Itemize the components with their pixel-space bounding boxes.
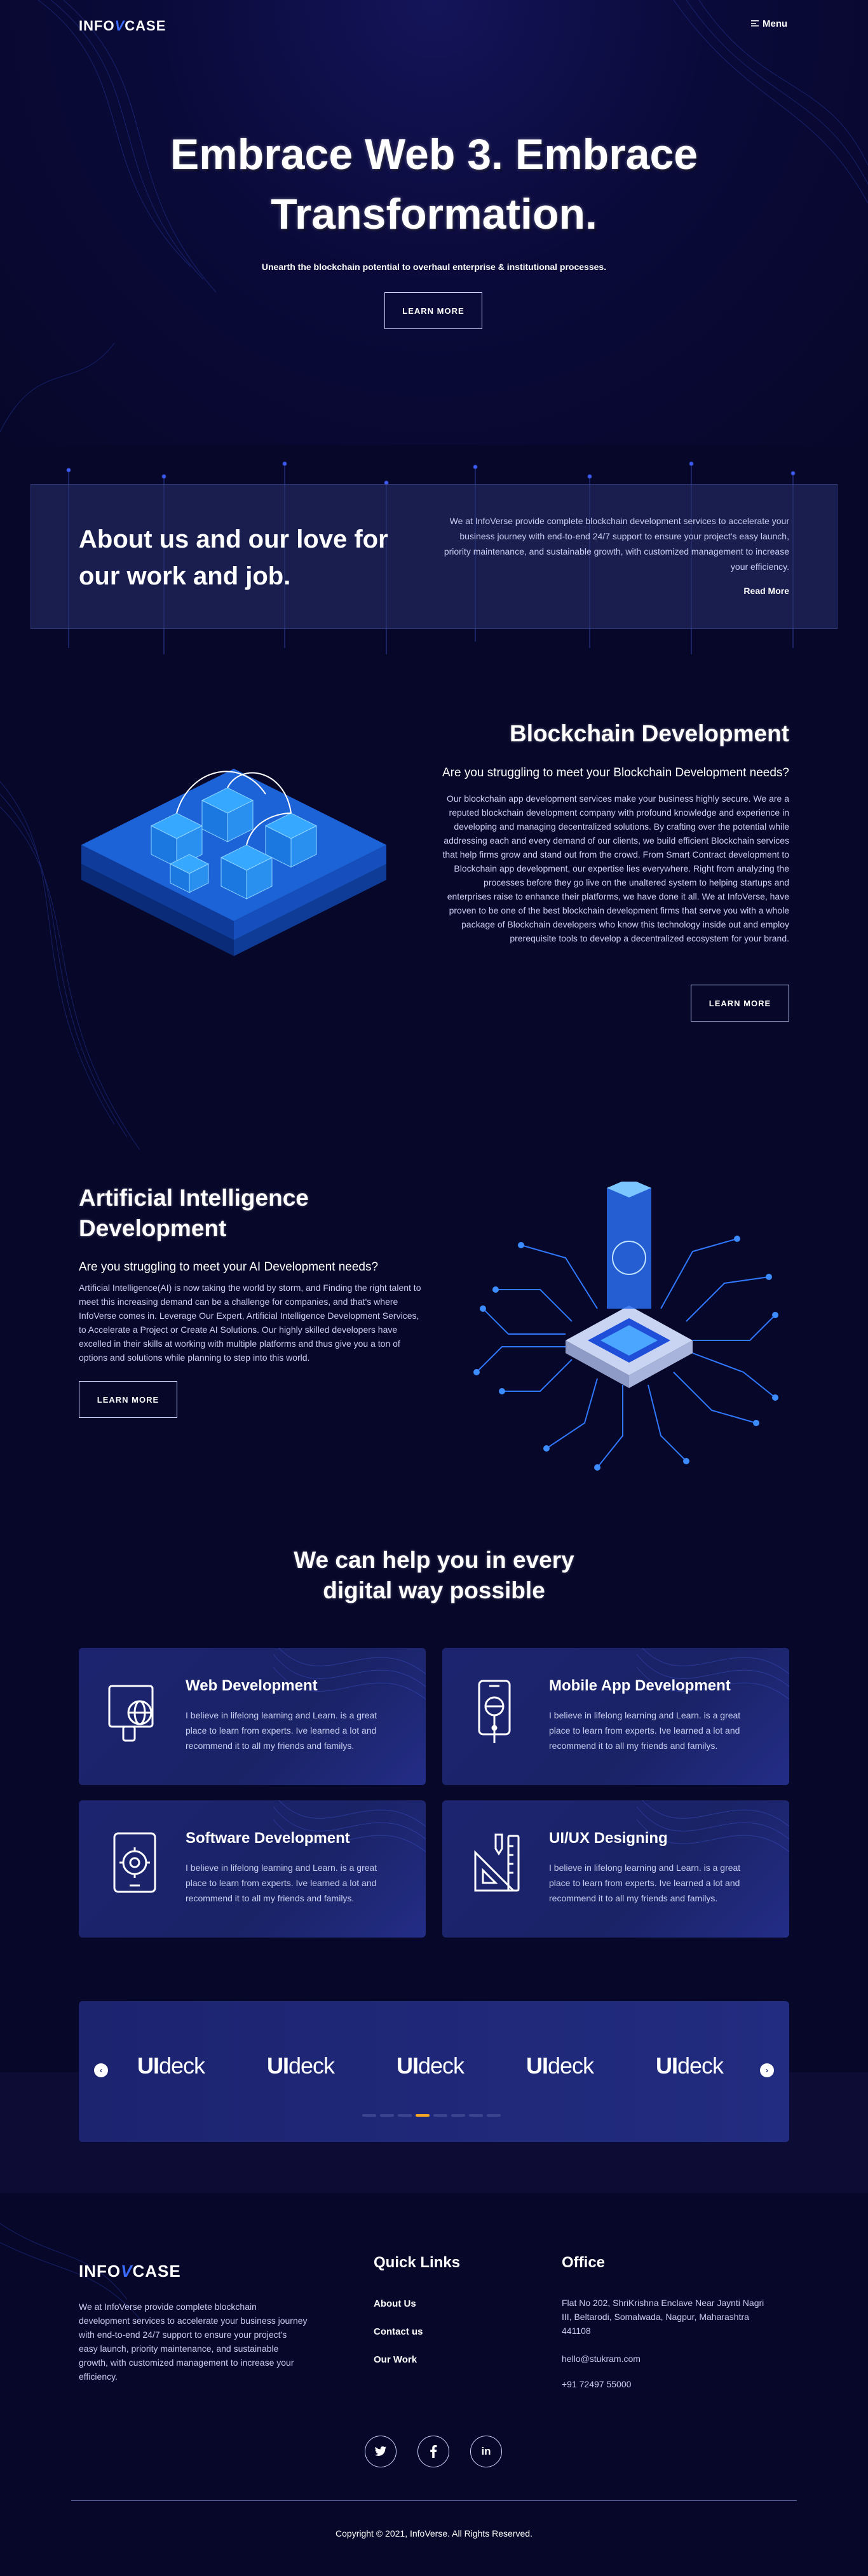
- partner-carousel: ‹ UIdeck UIdeck UIdeck UIdeck UIdeck ›: [79, 2001, 789, 2142]
- about-title-line-2: our work and job.: [79, 562, 291, 590]
- carousel-dot-active[interactable]: [416, 2114, 430, 2117]
- software-icon: [113, 1832, 156, 1893]
- logo-text-left: INFO: [79, 2262, 121, 2281]
- office-title: Office: [562, 2254, 606, 2271]
- ai-chip-illustration: [473, 1182, 778, 1471]
- service-card-ui-ux[interactable]: UI/UX Designing I believe in lifelong le…: [442, 1800, 789, 1938]
- partner-logo[interactable]: UIdeck: [137, 2053, 205, 2079]
- copyright-text: Copyright © 2021, InfoVerse. All Rights …: [336, 2528, 532, 2539]
- service-text: I believe in lifelong learning and Learn…: [186, 1863, 377, 1903]
- design-tools-icon: [474, 1833, 520, 1892]
- hero-learn-more-button[interactable]: LEARN MORE: [384, 292, 482, 329]
- ai-title: Artificial Intelligence Development: [79, 1183, 409, 1244]
- carousel-dot[interactable]: [398, 2114, 412, 2117]
- quick-links-title: Quick Links: [374, 2254, 461, 2271]
- footer-link-about-us[interactable]: About Us: [374, 2298, 416, 2309]
- ai-learn-more-button[interactable]: LEARN MORE: [79, 1381, 177, 1418]
- carousel-dot[interactable]: [362, 2114, 376, 2117]
- about-title-line-1: About us and our love for: [79, 525, 388, 553]
- hamburger-icon: [751, 18, 759, 29]
- carousel-next-button[interactable]: ›: [760, 2063, 774, 2077]
- service-text: I believe in lifelong learning and Learn…: [549, 1863, 741, 1903]
- service-title: UI/UX Designing: [549, 1830, 668, 1847]
- brand-deck: deck: [418, 2053, 465, 2079]
- logo-text-mid: V: [121, 2262, 133, 2281]
- service-text: I believe in lifelong learning and Learn…: [549, 1710, 741, 1751]
- carousel-dot[interactable]: [451, 2114, 465, 2117]
- services-title-line-2: digital way possible: [323, 1577, 545, 1603]
- menu-button[interactable]: Menu: [751, 18, 787, 29]
- carousel-dot[interactable]: [433, 2114, 447, 2117]
- service-card-web-development[interactable]: Web Development I believe in lifelong le…: [79, 1648, 426, 1785]
- ai-question: Are you struggling to meet your AI Devel…: [79, 1260, 379, 1274]
- about-text: We at InfoVerse provide complete blockch…: [444, 516, 789, 572]
- hero-subtitle: Unearth the blockchain potential to over…: [261, 262, 607, 272]
- office-phone[interactable]: +91 72497 55000: [562, 2377, 631, 2391]
- logo-text-right: CASE: [125, 18, 166, 34]
- carousel-prev-button[interactable]: ‹: [94, 2063, 108, 2077]
- ai-text: Artificial Intelligence(AI) is now takin…: [79, 1283, 421, 1363]
- hero-title-line-1: Embrace Web 3. Embrace: [170, 130, 698, 179]
- web-dev-icon: [108, 1685, 154, 1742]
- footer-about-text: We at InfoVerse provide complete blockch…: [79, 2302, 308, 2382]
- twitter-icon[interactable]: [365, 2436, 397, 2467]
- linkedin-glyph: in: [481, 2445, 491, 2457]
- brand-deck: deck: [288, 2053, 335, 2079]
- brand-ui: UI: [397, 2053, 419, 2079]
- logo-text-mid: V: [114, 18, 125, 34]
- mobile-app-icon: [478, 1680, 511, 1743]
- hero-title-line-2: Transformation.: [271, 190, 597, 238]
- footer-link-contact-us[interactable]: Contact us: [374, 2326, 423, 2337]
- menu-label: Menu: [763, 18, 788, 29]
- services-title: We can help you in every digital way pos…: [180, 1545, 688, 1606]
- footer-logo[interactable]: INFOVCASE: [79, 2262, 181, 2281]
- office-address: Flat No 202, ShriKrishna Enclave Near Ja…: [562, 2298, 764, 2336]
- brand-deck: deck: [677, 2053, 724, 2079]
- site-logo[interactable]: INFOVCASE: [79, 18, 166, 34]
- service-text: I believe in lifelong learning and Learn…: [186, 1710, 377, 1751]
- logo-text-left: INFO: [79, 18, 115, 34]
- linkedin-icon[interactable]: in: [470, 2436, 502, 2467]
- read-more-link[interactable]: Read More: [726, 586, 789, 596]
- services-title-line-1: We can help you in every: [294, 1547, 574, 1573]
- brand-ui: UI: [656, 2053, 678, 2079]
- partner-logo[interactable]: UIdeck: [397, 2053, 465, 2079]
- ai-title-line-1: Artificial Intelligence: [79, 1185, 309, 1211]
- partner-logo[interactable]: UIdeck: [267, 2053, 335, 2079]
- service-title: Web Development: [186, 1677, 318, 1694]
- facebook-icon[interactable]: [417, 2436, 449, 2467]
- brand-deck: deck: [159, 2053, 205, 2079]
- service-title: Software Development: [186, 1830, 350, 1847]
- brand-ui: UI: [526, 2053, 548, 2079]
- carousel-dot[interactable]: [380, 2114, 394, 2117]
- carousel-dot[interactable]: [487, 2114, 501, 2117]
- brand-ui: UI: [267, 2053, 289, 2079]
- about-title: About us and our love for our work and j…: [79, 521, 435, 595]
- hero-title: Embrace Web 3. Embrace Transformation.: [116, 125, 752, 244]
- blockchain-title: Blockchain Development: [509, 720, 789, 746]
- ai-title-line-2: Development: [79, 1215, 227, 1241]
- brand-deck: deck: [548, 2053, 594, 2079]
- service-card-software[interactable]: Software Development I believe in lifelo…: [79, 1800, 426, 1938]
- office-email[interactable]: hello@stukram.com: [562, 2352, 641, 2366]
- service-card-mobile-app[interactable]: Mobile App Development I believe in life…: [442, 1648, 789, 1785]
- logo-text-right: CASE: [132, 2262, 181, 2281]
- footer-divider: [71, 2500, 797, 2501]
- blockchain-question: Are you struggling to meet your Blockcha…: [442, 766, 789, 779]
- partner-logo[interactable]: UIdeck: [656, 2053, 724, 2079]
- brand-ui: UI: [137, 2053, 159, 2079]
- carousel-dot[interactable]: [469, 2114, 483, 2117]
- partner-logo[interactable]: UIdeck: [526, 2053, 594, 2079]
- service-title: Mobile App Development: [549, 1677, 731, 1694]
- blockchain-illustration: [81, 769, 386, 956]
- blockchain-text: Our blockchain app development services …: [442, 793, 789, 943]
- footer-link-our-work[interactable]: Our Work: [374, 2354, 417, 2365]
- blockchain-learn-more-button[interactable]: LEARN MORE: [691, 985, 789, 1022]
